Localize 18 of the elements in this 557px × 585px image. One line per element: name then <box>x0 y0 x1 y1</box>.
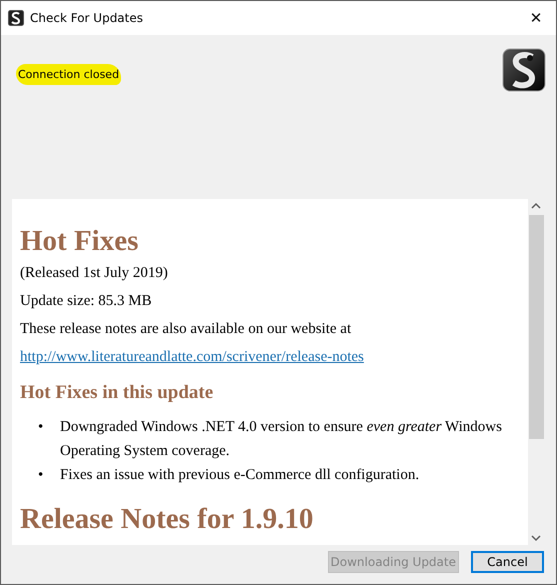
paragraph: (Released 1st July 2019) <box>20 264 169 283</box>
section-heading: Hot Fixes <box>20 224 140 259</box>
bullet-text: Fixes an issue with previous e-Commerce dll configuration. <box>60 466 420 485</box>
scrollbar-thumb[interactable] <box>528 215 544 439</box>
paragraph: These release notes are also available on our website at <box>20 320 352 339</box>
section-heading: Release Notes for 1.9.10 <box>20 502 314 537</box>
app-icon <box>8 10 24 26</box>
paragraph: Update size: 85.3 MB <box>20 292 153 311</box>
status-text: Connection closed <box>16 64 122 85</box>
subsection-heading: Hot Fixes in this update <box>20 381 214 405</box>
dialog-button[interactable]: Cancel <box>471 551 544 573</box>
close-button[interactable]: ✕ <box>516 1 556 35</box>
bullet-mark: • <box>38 418 44 437</box>
bullet-text: Downgraded Windows .NET 4.0 version to ensure even greater Windows Operating System coverage. <box>60 418 503 461</box>
window-title: Check For Updates <box>30 11 144 25</box>
bullet-mark: • <box>38 466 44 485</box>
app-logo-icon <box>502 48 546 92</box>
website-link[interactable]: http://www.literatureandlatte.com/scrivener/release-notes <box>20 347 364 367</box>
